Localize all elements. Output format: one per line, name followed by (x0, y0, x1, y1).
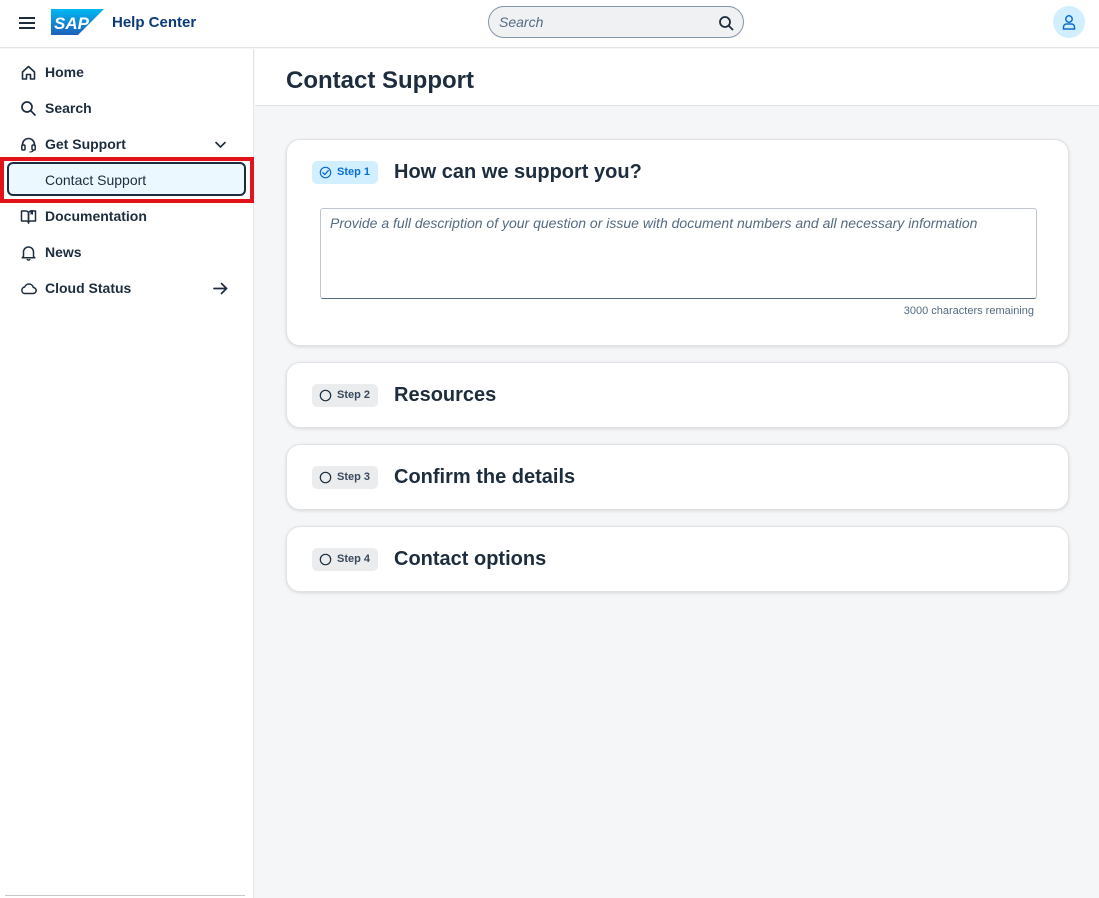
sidebar-item-label: Search (45, 100, 92, 116)
sidebar-divider (5, 895, 245, 896)
page-header: Contact Support (255, 49, 1099, 106)
step-title: Resources (394, 384, 497, 406)
circle-icon (319, 553, 332, 566)
arrow-right-icon[interactable] (212, 280, 229, 297)
description-textarea[interactable] (330, 215, 1026, 291)
sidebar-item-cloud-status[interactable]: Cloud Status (0, 270, 254, 306)
step-badge-label: Step 3 (337, 471, 371, 483)
sap-logo[interactable]: SAP (51, 9, 104, 35)
step-title: Contact options (394, 548, 547, 570)
step-title: Confirm the details (394, 466, 576, 488)
step-card-1: Step 1 How can we support you? 3000 char… (286, 139, 1069, 346)
check-circle-icon (319, 166, 332, 179)
search-input[interactable] (499, 13, 709, 31)
sidebar-item-label: Get Support (45, 136, 126, 152)
step-badge-label: Step 2 (337, 389, 371, 401)
step-badge-label: Step 1 (337, 166, 371, 178)
step-badge: Step 3 (312, 466, 378, 489)
sidebar-item-label: Home (45, 64, 84, 80)
step-title: How can we support you? (394, 161, 642, 183)
circle-icon (319, 471, 332, 484)
step-card-4[interactable]: Step 4 Contact options (286, 526, 1069, 592)
step-badge: Step 2 (312, 384, 378, 407)
bell-icon (21, 246, 36, 261)
sidebar-item-documentation[interactable]: Documentation (0, 198, 254, 234)
description-field[interactable] (320, 208, 1037, 299)
user-icon (1062, 15, 1076, 30)
search-icon (21, 101, 36, 116)
sidebar-item-search[interactable]: Search (0, 90, 254, 126)
step-card-2[interactable]: Step 2 Resources (286, 362, 1069, 428)
step-badge-label: Step 4 (337, 553, 371, 565)
character-counter: 3000 characters remaining (903, 305, 1034, 317)
hamburger-menu-icon[interactable] (16, 14, 38, 34)
circle-icon (319, 389, 332, 402)
selection-highlight (0, 157, 254, 203)
sidebar-item-news[interactable]: News (0, 234, 254, 270)
step-badge: Step 4 (312, 548, 378, 571)
sidebar-item-label: Documentation (45, 208, 147, 224)
step-card-3[interactable]: Step 3 Confirm the details (286, 444, 1069, 510)
cloud-icon (21, 283, 37, 295)
svg-text:SAP: SAP (54, 14, 90, 33)
search-icon[interactable] (718, 15, 734, 31)
search-field[interactable] (488, 6, 744, 38)
step-badge: Step 1 (312, 161, 378, 184)
sidebar-item-home[interactable]: Home (0, 54, 254, 90)
side-navigation: Home Search Get Support Contact Support … (0, 49, 254, 898)
book-icon (20, 210, 37, 224)
chevron-down-icon[interactable] (212, 136, 229, 153)
page-title: Contact Support (286, 67, 474, 94)
shell-bar: SAP Help Center (0, 0, 1099, 48)
user-avatar[interactable] (1053, 6, 1085, 38)
sidebar-item-label: News (45, 244, 82, 260)
sidebar-item-label: Cloud Status (45, 280, 132, 296)
app-title[interactable]: Help Center (112, 14, 196, 31)
headset-icon (21, 137, 36, 153)
home-icon (21, 65, 36, 80)
